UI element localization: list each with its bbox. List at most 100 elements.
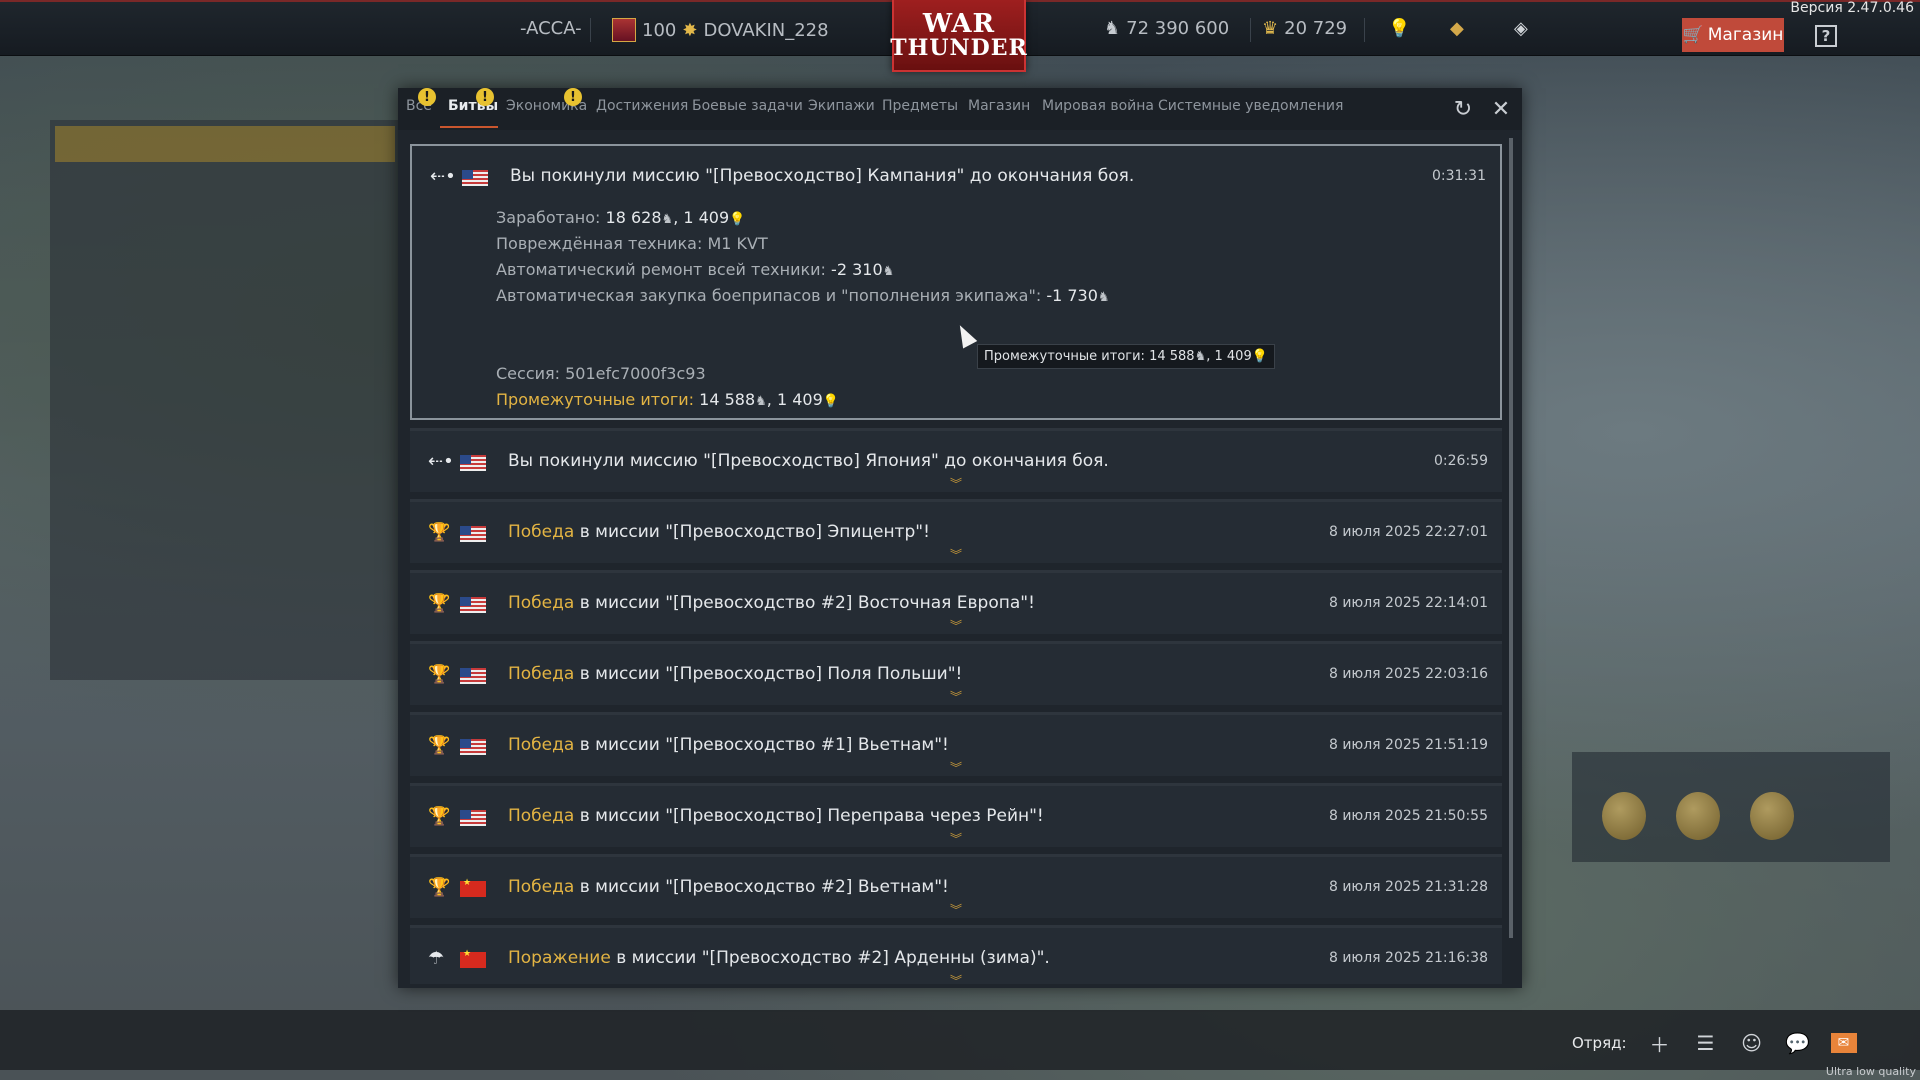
tab-economy[interactable]: Экономика !	[506, 88, 587, 114]
result-word: Победа	[508, 593, 575, 613]
notification-entry[interactable]: 🏆 Победа в миссии "[Превосходство #2] Вь…	[410, 854, 1502, 918]
detail-subtotal: Промежуточные итоги: 14 588♞, 1 409💡	[496, 390, 839, 409]
contacts-icon[interactable]: ☺	[1739, 1030, 1765, 1056]
entry-title: Поражение в миссии "[Превосходство #2] А…	[508, 948, 1050, 968]
golden-eagles[interactable]: ♛ 20 729	[1262, 18, 1347, 39]
tab-items[interactable]: Предметы	[882, 98, 958, 114]
trophy-icon: 🏆	[428, 664, 451, 685]
expand-chevron-icon[interactable]: ︾	[950, 972, 962, 984]
close-icon[interactable]: ✕	[1488, 96, 1514, 122]
notification-entry[interactable]: 🏆 Победа в миссии "[Превосходство #1] Вь…	[410, 712, 1502, 776]
entry-time: 8 июля 2025 22:27:01	[1328, 524, 1488, 540]
expand-chevron-icon[interactable]: ︾	[950, 830, 962, 847]
notification-entry[interactable]: 🏆 Победа в миссии "[Превосходство] Эпице…	[410, 499, 1502, 563]
alert-icon: !	[476, 88, 494, 106]
notification-entry[interactable]: 🏆 Победа в миссии "[Превосходство] Переп…	[410, 783, 1502, 847]
research-bulb-icon: 💡	[729, 212, 746, 227]
result-word: Победа	[508, 735, 575, 755]
detail-label: Повреждённая техника:	[496, 234, 703, 253]
notifications-window: Все ! Битвы ! Экономика ! Достижения Бое…	[398, 88, 1522, 988]
entry-time: 8 июля 2025 22:03:16	[1328, 666, 1488, 682]
notification-entry-expanded[interactable]: ⇠• Вы покинули миссию "[Превосходство] К…	[410, 144, 1502, 420]
us-flag-icon	[460, 739, 486, 755]
expand-chevron-icon[interactable]: ︾	[950, 688, 962, 705]
entry-title: Победа в миссии "[Превосходство] Эпицент…	[508, 522, 930, 542]
notification-entry[interactable]: ☂ Поражение в миссии "[Превосходство #2]…	[410, 925, 1502, 984]
player-info[interactable]: 100 ✸ DOVAKIN_228	[612, 18, 829, 42]
logo-text-top: WAR	[922, 9, 996, 39]
detail-label: Автоматический ремонт всей техники:	[496, 260, 826, 279]
diamond-icon[interactable]: ◆	[1450, 18, 1464, 39]
us-flag-icon	[460, 455, 486, 471]
trophy-icon: 🏆	[428, 877, 451, 898]
notification-list: ⇠• Вы покинули миссию "[Превосходство] К…	[410, 144, 1502, 984]
tab-system-notifications[interactable]: Системные уведомления	[1158, 98, 1343, 114]
repair-cost: -2 310	[831, 260, 883, 279]
expand-chevron-icon[interactable]: ︾	[950, 759, 962, 776]
tab-all[interactable]: Все !	[406, 88, 436, 114]
research-bulb-icon: 💡	[1251, 349, 1268, 364]
entry-time: 8 июля 2025 21:31:28	[1328, 879, 1488, 895]
entry-title: Победа в миссии "[Превосходство #2] Вьет…	[508, 877, 949, 897]
mission-text: в миссии "[Превосходство #1] Вьетнам"!	[574, 735, 949, 755]
detail-ammo: Автоматическая закупка боеприпасов и "по…	[496, 286, 1110, 305]
silver-lion-icon: ♞	[1097, 290, 1110, 305]
background-panel	[50, 120, 410, 680]
entry-time: 0:31:31	[1432, 168, 1486, 184]
session-id[interactable]: 501efc7000f3c93	[565, 364, 706, 383]
trophy-icon: 🏆	[428, 735, 451, 756]
tooltip-rp: , 1 409	[1206, 349, 1252, 364]
silver-lion-icon: ♞	[1104, 18, 1121, 39]
detail-label: Автоматическая закупка боеприпасов и "по…	[496, 286, 1042, 305]
notification-entry[interactable]: 🏆 Победа в миссии "[Превосходство] Поля …	[410, 641, 1502, 705]
mail-icon[interactable]: ✉	[1830, 1033, 1857, 1053]
player-nickname: DOVAKIN_228	[703, 19, 829, 41]
silver-lions[interactable]: ♞ 72 390 600	[1104, 18, 1229, 39]
scrollbar[interactable]	[1509, 138, 1513, 938]
entry-title: Победа в миссии "[Превосходство #1] Вьет…	[508, 735, 949, 755]
entry-title: Победа в миссии "[Превосходство] Поля По…	[508, 664, 962, 684]
squad-label: Отряд:	[1572, 1034, 1627, 1052]
research-bulb-icon: 💡	[822, 394, 839, 409]
game-logo[interactable]: WAR THUNDER	[890, 0, 1027, 72]
add-squad-member-icon[interactable]: ＋	[1647, 1030, 1673, 1057]
chat-icon[interactable]: 💬	[1785, 1030, 1811, 1056]
squadron-tag[interactable]: -ACCA-	[520, 18, 582, 39]
china-flag-icon	[460, 949, 486, 968]
detail-label: Заработано:	[496, 208, 601, 227]
notification-entry[interactable]: 🏆 Победа в миссии "[Превосходство #2] Во…	[410, 570, 1502, 634]
left-mission-icon: ⇠•	[430, 166, 456, 187]
notification-entry[interactable]: ⇠• Вы покинули миссию "[Превосходство] Я…	[410, 428, 1502, 492]
us-flag-icon	[460, 810, 486, 826]
expand-chevron-icon[interactable]: ︾	[950, 617, 962, 634]
tab-battle-tasks[interactable]: Боевые задачи	[692, 98, 803, 114]
expand-chevron-icon[interactable]: ︾	[950, 901, 962, 918]
shop-button[interactable]: 🛒 Магазин	[1682, 18, 1784, 52]
help-button[interactable]: ?	[1815, 25, 1837, 47]
separator	[1250, 18, 1251, 42]
result-word: Победа	[508, 664, 575, 684]
expand-chevron-icon[interactable]: ︾	[950, 475, 962, 492]
background-strip	[55, 126, 395, 162]
lightbulb-icon[interactable]: 💡	[1388, 18, 1410, 39]
list-icon[interactable]: ☰	[1693, 1030, 1719, 1056]
star-icon: ✸	[682, 19, 698, 41]
ticket-icon[interactable]: ◈	[1514, 18, 1528, 39]
china-flag-icon	[460, 878, 486, 897]
rank-icon	[612, 18, 636, 42]
refresh-icon[interactable]: ↻	[1450, 96, 1476, 122]
tab-shop[interactable]: Магазин	[968, 98, 1030, 114]
entry-title: Победа в миссии "[Превосходство #2] Вост…	[508, 593, 1035, 613]
detail-session: Сессия: 501efc7000f3c93	[496, 364, 706, 383]
tab-world-war[interactable]: Мировая война	[1042, 98, 1154, 114]
left-mission-icon: ⇠•	[428, 451, 454, 472]
tab-achievements[interactable]: Достижения	[596, 98, 688, 114]
expand-chevron-icon[interactable]: ︾	[950, 546, 962, 563]
tab-battles[interactable]: Битвы !	[448, 88, 498, 114]
mission-text: в миссии "[Превосходство #2] Восточная Е…	[574, 593, 1035, 613]
tab-crews[interactable]: Экипажи	[808, 98, 875, 114]
golden-eagles-value: 20 729	[1284, 18, 1348, 39]
medal-icon	[1676, 792, 1720, 840]
entry-time: 8 июля 2025 21:51:19	[1328, 737, 1488, 753]
entry-title: Победа в миссии "[Превосходство] Перепра…	[508, 806, 1044, 826]
